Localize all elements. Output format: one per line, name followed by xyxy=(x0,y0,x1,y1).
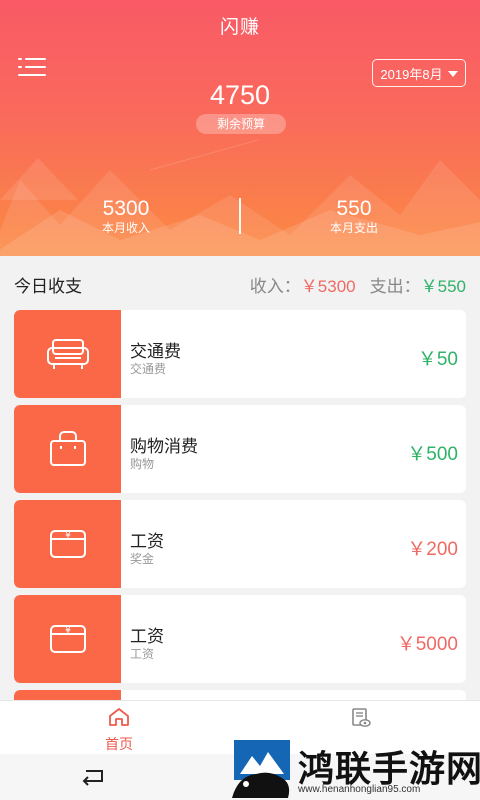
monthly-income-value: 5300 xyxy=(102,197,150,220)
tab-home[interactable]: 首页 xyxy=(79,707,159,754)
wallet-icon: ¥ xyxy=(49,530,86,558)
monthly-expense-value: 550 xyxy=(336,197,372,220)
wallet-icon: ¥ xyxy=(49,625,86,653)
today-summary-title: 今日收支 xyxy=(14,277,82,296)
monthly-expense-stat: 550 本月支出 xyxy=(274,197,434,236)
menu-icon xyxy=(18,58,22,60)
tab-report[interactable] xyxy=(321,707,401,734)
record-subtitle: 奖金 xyxy=(130,552,155,566)
today-expense-label: 支出： xyxy=(369,277,421,296)
tab-home-label: 首页 xyxy=(105,736,133,752)
list-item[interactable]: 购物消费 购物 ￥500 xyxy=(14,405,466,493)
record-title: 工资 xyxy=(130,627,164,646)
record-title: 工资 xyxy=(130,532,164,551)
monthly-income-stat: 5300 本月收入 xyxy=(46,197,206,236)
today-income-value: ￥5300 xyxy=(300,277,356,296)
stat-divider xyxy=(239,198,241,234)
header-banner: 闪赚 2019年8月 4750 剩余预算 5300 本月收入 550 本月支出 xyxy=(0,0,480,256)
remaining-budget-label: 剩余预算 xyxy=(196,114,286,134)
svg-text:¥: ¥ xyxy=(65,626,71,636)
record-amount: ￥50 xyxy=(417,349,458,370)
record-amount: ￥5000 xyxy=(396,634,458,655)
watermark-url: www.henanhonglian95.com xyxy=(298,784,421,795)
shopping-bag-icon xyxy=(49,431,86,466)
record-amount: ￥200 xyxy=(407,539,458,560)
monthly-income-label: 本月收入 xyxy=(101,221,150,235)
remaining-budget-value: 4750 xyxy=(209,80,271,110)
record-subtitle: 工资 xyxy=(130,647,155,661)
list-item[interactable]: 交通费 交通费 ￥50 xyxy=(14,310,466,398)
home-icon xyxy=(109,708,129,726)
caret-down-icon xyxy=(447,70,458,77)
today-expense-value: ￥550 xyxy=(420,277,466,296)
sofa-icon xyxy=(46,339,89,369)
watermark: 鸿联手游网 www.henanhonglian95.com xyxy=(230,740,480,800)
app-title: 闪赚 xyxy=(219,17,260,38)
today-summary-totals: 收入：￥5300 支出：￥550 xyxy=(250,272,466,297)
record-amount: ￥500 xyxy=(407,444,458,465)
record-title: 交通费 xyxy=(130,342,181,361)
menu-button[interactable] xyxy=(18,58,46,80)
back-icon[interactable] xyxy=(80,768,106,786)
monthly-expense-label: 本月支出 xyxy=(329,221,378,235)
record-subtitle: 交通费 xyxy=(130,362,167,376)
bison-logo-icon xyxy=(232,740,290,798)
today-income-label: 收入： xyxy=(249,277,301,296)
record-subtitle: 购物 xyxy=(130,457,155,471)
record-title: 购物消费 xyxy=(130,437,198,456)
list-item[interactable]: ¥ 工资 工资 ￥5000 xyxy=(14,595,466,683)
list-item[interactable]: ¥ 工资 奖金 ￥200 xyxy=(14,500,466,588)
report-icon xyxy=(352,708,371,727)
today-summary: 今日收支 收入：￥5300 支出：￥550 xyxy=(0,256,480,308)
svg-text:¥: ¥ xyxy=(65,531,71,541)
